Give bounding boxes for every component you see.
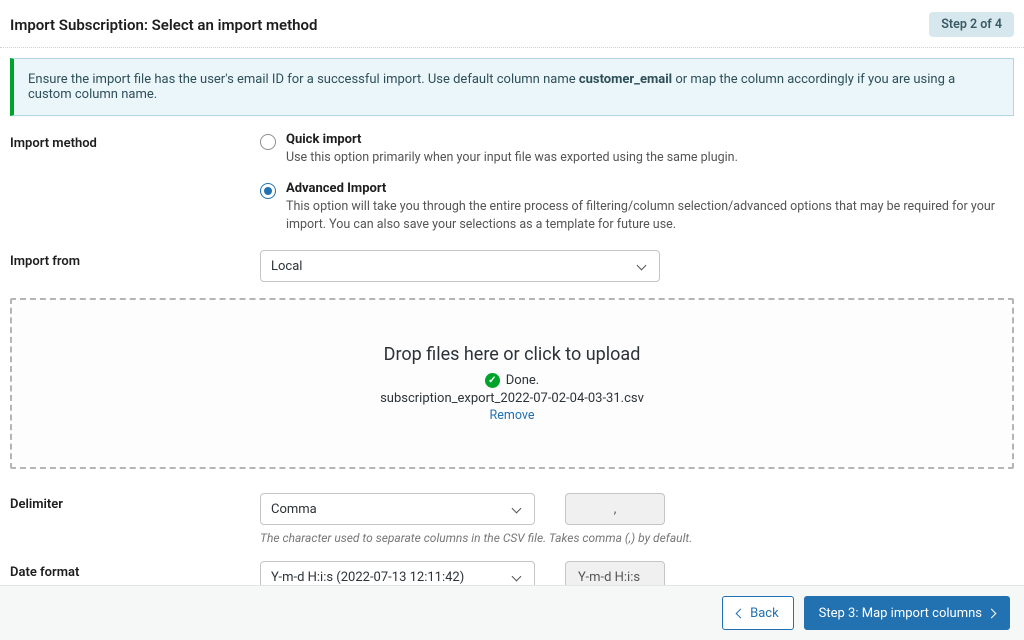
wizard-footer: Back Step 3: Map import columns <box>0 585 1024 640</box>
dropzone-title: Drop files here or click to upload <box>22 344 1002 365</box>
date-format-value: Y-m-d H:i:s (2022-07-13 12:11:42) <box>271 570 464 585</box>
remove-file-link[interactable]: Remove <box>490 408 535 423</box>
upload-status: ✓ Done. <box>22 373 1002 388</box>
step-indicator: Step 2 of 4 <box>929 12 1014 37</box>
chevron-left-icon <box>736 608 746 618</box>
radio-icon[interactable] <box>260 183 276 199</box>
notice-text-pre: Ensure the import file has the user's em… <box>28 72 579 87</box>
back-button[interactable]: Back <box>722 596 794 630</box>
chevron-down-icon <box>637 260 647 270</box>
advanced-import-title: Advanced Import <box>286 181 1014 196</box>
check-icon: ✓ <box>485 373 500 388</box>
delimiter-help: The character used to separate columns i… <box>260 531 1014 545</box>
chevron-down-icon <box>512 503 522 513</box>
page-title: Import Subscription: Select an import me… <box>10 16 317 34</box>
page-header: Import Subscription: Select an import me… <box>0 0 1024 48</box>
next-step-button[interactable]: Step 3: Map import columns <box>804 596 1010 630</box>
file-dropzone[interactable]: Drop files here or click to upload ✓ Don… <box>10 298 1014 469</box>
back-button-label: Back <box>750 606 779 621</box>
chevron-down-icon <box>512 571 522 581</box>
info-notice: Ensure the import file has the user's em… <box>10 58 1014 116</box>
import-from-select[interactable]: Local <box>260 250 660 282</box>
quick-import-title: Quick import <box>286 132 1014 147</box>
delimiter-row: Delimiter Comma , The character used to … <box>10 493 1014 545</box>
delimiter-char-display: , <box>565 493 665 525</box>
delimiter-select[interactable]: Comma <box>260 493 535 525</box>
quick-import-option[interactable]: Quick import Use this option primarily w… <box>260 132 1014 167</box>
quick-import-desc: Use this option primarily when your inpu… <box>286 149 1014 167</box>
import-from-row: Import from Local <box>10 250 1014 282</box>
notice-bold: customer_email <box>579 72 672 87</box>
chevron-right-icon <box>987 608 997 618</box>
delimiter-label: Delimiter <box>10 493 260 512</box>
advanced-import-option[interactable]: Advanced Import This option will take yo… <box>260 181 1014 234</box>
advanced-import-desc: This option will take you through the en… <box>286 198 1014 234</box>
delimiter-value: Comma <box>271 502 317 517</box>
next-button-label: Step 3: Map import columns <box>819 606 982 621</box>
import-from-value: Local <box>271 259 302 274</box>
done-text: Done. <box>506 373 539 388</box>
radio-icon[interactable] <box>260 134 276 150</box>
import-method-label: Import method <box>10 132 260 151</box>
uploaded-filename: subscription_export_2022-07-02-04-03-31.… <box>22 391 1002 406</box>
import-from-label: Import from <box>10 250 260 269</box>
import-method-row: Import method Quick import Use this opti… <box>10 132 1014 234</box>
date-format-label: Date format <box>10 561 260 580</box>
